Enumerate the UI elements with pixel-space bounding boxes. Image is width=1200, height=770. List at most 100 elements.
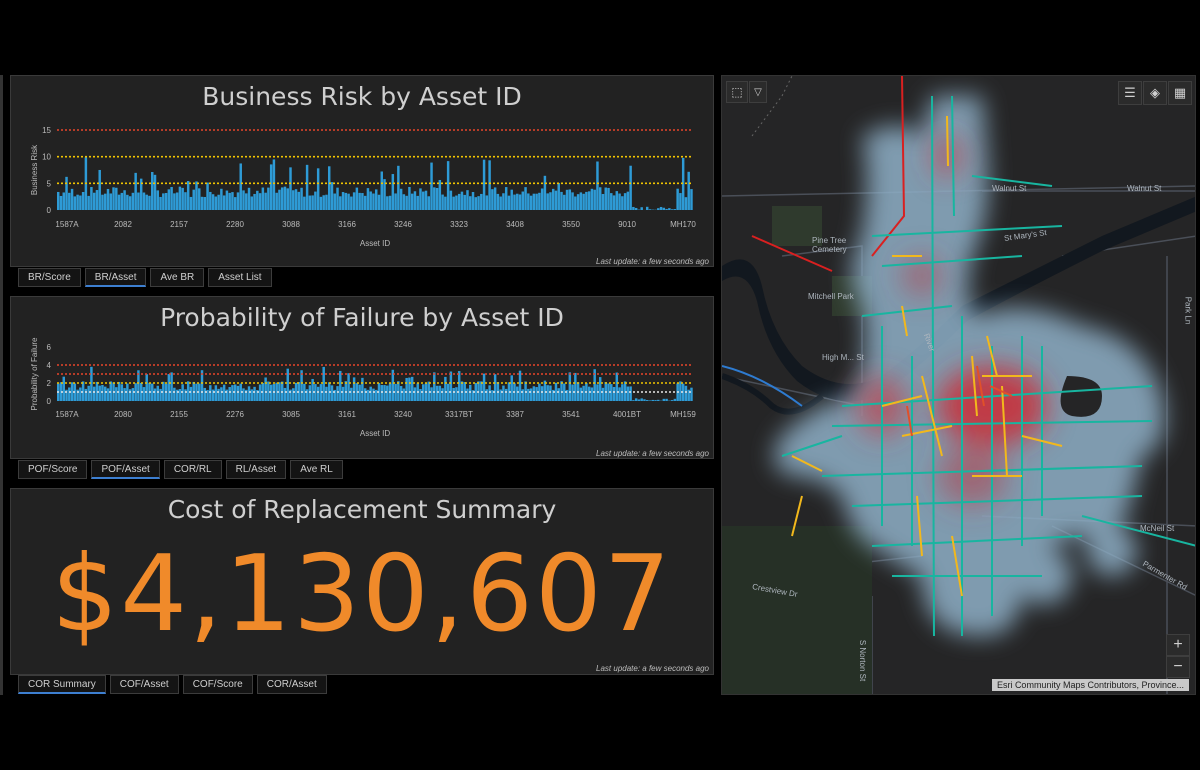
bar[interactable]: [648, 400, 652, 401]
bar[interactable]: [104, 386, 107, 401]
bar[interactable]: [115, 187, 118, 210]
bar[interactable]: [651, 399, 654, 401]
bar[interactable]: [95, 190, 99, 210]
bar[interactable]: [410, 193, 414, 210]
bar[interactable]: [314, 191, 317, 210]
bar[interactable]: [668, 208, 671, 210]
legend-button[interactable]: ☰: [1118, 81, 1142, 105]
bar[interactable]: [366, 389, 370, 401]
bar[interactable]: [560, 381, 563, 401]
bar[interactable]: [433, 372, 436, 401]
bar[interactable]: [200, 196, 204, 210]
bar[interactable]: [460, 191, 464, 210]
bar[interactable]: [79, 195, 82, 210]
bar[interactable]: [601, 193, 605, 210]
bar[interactable]: [264, 192, 267, 210]
bar[interactable]: [427, 196, 431, 210]
bar[interactable]: [81, 192, 85, 210]
br-tab-br-asset[interactable]: BR/Asset: [84, 268, 147, 287]
bar[interactable]: [170, 372, 173, 401]
bar[interactable]: [634, 398, 638, 401]
bar[interactable]: [397, 165, 400, 210]
bar[interactable]: [256, 190, 259, 210]
bar[interactable]: [554, 190, 558, 210]
bar[interactable]: [327, 166, 331, 210]
bar[interactable]: [178, 389, 182, 401]
bar[interactable]: [92, 192, 96, 210]
bar[interactable]: [186, 181, 190, 210]
bar[interactable]: [593, 189, 596, 210]
bar[interactable]: [419, 188, 422, 210]
bar[interactable]: [363, 388, 367, 401]
bar[interactable]: [449, 190, 453, 210]
bar[interactable]: [654, 400, 657, 401]
bar[interactable]: [499, 389, 502, 401]
bar[interactable]: [493, 374, 497, 401]
bar[interactable]: [178, 186, 182, 210]
bar[interactable]: [159, 388, 162, 401]
bar[interactable]: [131, 388, 135, 401]
bar[interactable]: [399, 386, 403, 401]
bar[interactable]: [300, 370, 303, 401]
bar[interactable]: [358, 384, 361, 401]
bar[interactable]: [510, 375, 513, 401]
bar[interactable]: [657, 399, 660, 401]
bar[interactable]: [151, 172, 154, 210]
bar[interactable]: [225, 190, 229, 210]
bar[interactable]: [167, 189, 171, 210]
bar[interactable]: [469, 196, 472, 210]
bar[interactable]: [347, 373, 350, 401]
pof-tab-pof-score[interactable]: POF/Score: [18, 460, 88, 479]
bar[interactable]: [540, 188, 544, 210]
bar[interactable]: [435, 187, 439, 210]
bar[interactable]: [504, 187, 508, 210]
bar[interactable]: [676, 188, 679, 210]
bar[interactable]: [112, 187, 115, 210]
bar[interactable]: [629, 386, 632, 401]
bar[interactable]: [679, 381, 682, 401]
bar[interactable]: [645, 206, 649, 210]
bar[interactable]: [57, 191, 60, 210]
bar[interactable]: [358, 192, 361, 210]
bar[interactable]: [156, 190, 160, 210]
bar[interactable]: [444, 196, 447, 210]
bar[interactable]: [128, 196, 132, 210]
bar[interactable]: [156, 385, 160, 401]
bar[interactable]: [173, 193, 176, 210]
heatmap-map[interactable]: Walnut St Walnut St St Mary's St Pine Tr…: [721, 75, 1196, 695]
bar[interactable]: [563, 194, 566, 210]
bar[interactable]: [98, 385, 101, 401]
cor-tab-cor-summary[interactable]: COR Summary: [18, 675, 106, 694]
bar[interactable]: [186, 381, 190, 401]
bar[interactable]: [92, 386, 96, 401]
pof-tab-ave-rl[interactable]: Ave RL: [290, 460, 343, 479]
bar[interactable]: [480, 193, 483, 210]
bar[interactable]: [585, 191, 588, 210]
bar[interactable]: [632, 400, 635, 401]
select-tool-dropdown[interactable]: ▽: [749, 81, 767, 103]
bar[interactable]: [623, 193, 627, 210]
bar[interactable]: [516, 386, 519, 401]
bar[interactable]: [590, 188, 594, 210]
cor-tab-cof-score[interactable]: COF/Score: [182, 675, 253, 694]
bar[interactable]: [286, 188, 289, 210]
bar[interactable]: [388, 195, 392, 210]
bar[interactable]: [68, 387, 71, 401]
bar[interactable]: [189, 386, 193, 401]
bar[interactable]: [416, 195, 419, 210]
br-tab-br-score[interactable]: BR/Score: [18, 268, 81, 287]
bar[interactable]: [209, 191, 212, 210]
bar[interactable]: [679, 193, 682, 210]
bar[interactable]: [137, 192, 140, 210]
bar[interactable]: [347, 193, 350, 210]
bar[interactable]: [90, 366, 93, 401]
bar[interactable]: [670, 400, 674, 401]
bar[interactable]: [529, 388, 533, 401]
bar[interactable]: [319, 196, 323, 210]
bar[interactable]: [466, 388, 469, 401]
bar[interactable]: [292, 388, 295, 401]
bar[interactable]: [339, 196, 342, 210]
bar[interactable]: [524, 187, 527, 210]
bar[interactable]: [175, 192, 179, 210]
bar[interactable]: [377, 194, 381, 210]
